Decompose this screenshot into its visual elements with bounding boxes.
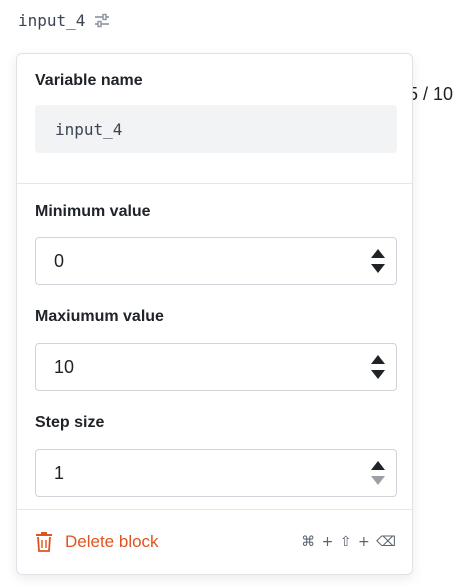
- divider: [17, 183, 412, 184]
- increment-arrow-icon[interactable]: [371, 355, 385, 364]
- step-size-input[interactable]: 1: [35, 449, 397, 497]
- minimum-value-stepper[interactable]: [360, 238, 396, 284]
- variable-chip[interactable]: input_4: [18, 11, 111, 30]
- step-size-stepper[interactable]: [360, 450, 396, 496]
- variable-chip-label: input_4: [18, 11, 86, 30]
- step-size-text: 1: [54, 462, 65, 483]
- slider-value-readout: 5 / 10: [408, 84, 454, 104]
- variable-name-label: Variable name: [35, 72, 143, 89]
- maximum-value-stepper[interactable]: [360, 344, 396, 390]
- minimum-value-label: Minimum value: [35, 203, 151, 220]
- step-size-label: Step size: [35, 414, 105, 431]
- maximum-value-text: 10: [54, 356, 75, 377]
- variable-name-display: input_4: [35, 105, 397, 153]
- decrement-arrow-icon[interactable]: [371, 370, 385, 379]
- trash-icon: [35, 532, 53, 552]
- maximum-value-label: Maxiumum value: [35, 308, 164, 325]
- sliders-icon[interactable]: [93, 12, 111, 30]
- delete-block-button[interactable]: Delete block ⌘ + ⇧ + ⌫: [35, 527, 397, 557]
- keyboard-shortcut: ⌘ + ⇧ + ⌫: [301, 534, 397, 550]
- divider: [17, 509, 412, 510]
- decrement-arrow-icon[interactable]: [371, 476, 385, 485]
- increment-arrow-icon[interactable]: [371, 249, 385, 258]
- increment-arrow-icon[interactable]: [371, 461, 385, 470]
- decrement-arrow-icon[interactable]: [371, 264, 385, 273]
- top-bar: input_4: [0, 0, 474, 52]
- input-settings-popover: Variable name input_4 Minimum value 0 Ma…: [16, 53, 413, 575]
- minimum-value-text: 0: [54, 250, 65, 271]
- delete-block-label: Delete block: [65, 532, 159, 551]
- maximum-value-input[interactable]: 10: [35, 343, 397, 391]
- minimum-value-input[interactable]: 0: [35, 237, 397, 285]
